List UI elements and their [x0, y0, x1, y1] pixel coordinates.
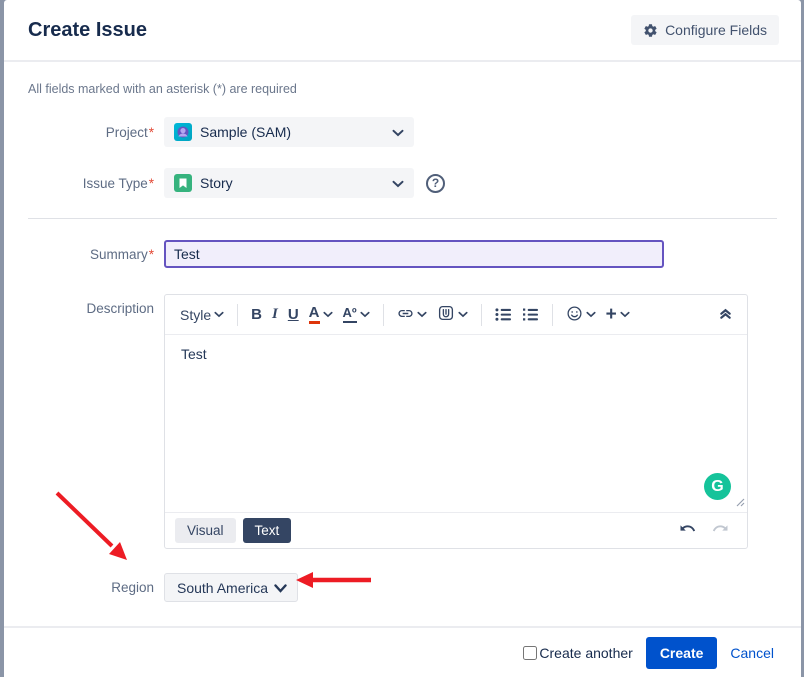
- configure-fields-button[interactable]: Configure Fields: [631, 15, 779, 45]
- bold-button[interactable]: B: [246, 302, 267, 327]
- create-another-checkbox[interactable]: [523, 645, 538, 660]
- required-asterisk: *: [148, 246, 154, 262]
- region-label: Region: [111, 580, 154, 595]
- editor-toolbar: Style B I U A Aº +: [165, 295, 747, 335]
- project-value: Sample (SAM): [200, 124, 292, 140]
- summary-label: Summary*: [89, 246, 154, 262]
- tab-visual[interactable]: Visual: [175, 518, 236, 543]
- style-dropdown[interactable]: Style: [175, 303, 229, 327]
- description-text: Test: [181, 346, 207, 362]
- gear-icon: [643, 23, 658, 38]
- description-editor: Style B I U A Aº + Test G Visual Text: [164, 294, 748, 549]
- toolbar-separator: [551, 303, 553, 326]
- chevron-down-icon: [392, 124, 404, 140]
- summary-row: Summary*: [28, 240, 777, 268]
- summary-input[interactable]: [164, 240, 664, 268]
- issue-type-dropdown[interactable]: Story: [164, 168, 414, 198]
- region-dropdown[interactable]: South America: [164, 573, 299, 602]
- redo-button[interactable]: [711, 522, 731, 539]
- chevron-down-icon: [392, 175, 404, 191]
- numbered-list-button[interactable]: [517, 303, 544, 326]
- more-formatting-button[interactable]: Aº: [338, 302, 375, 326]
- italic-button[interactable]: I: [267, 302, 283, 327]
- link-icon: [397, 305, 414, 325]
- attachment-button[interactable]: [432, 300, 473, 329]
- project-avatar-icon: [174, 123, 192, 141]
- region-row: Region South America: [28, 573, 777, 602]
- cancel-link[interactable]: Cancel: [730, 645, 774, 661]
- story-bookmark-icon: [174, 174, 192, 192]
- project-row: Project* Sample (SAM): [28, 117, 777, 147]
- issue-type-row: Issue Type* Story ?: [28, 168, 777, 198]
- toolbar-separator: [480, 303, 482, 326]
- resize-handle[interactable]: [736, 494, 745, 510]
- editor-modebar: Visual Text: [165, 512, 747, 548]
- section-divider: [28, 218, 777, 219]
- create-button[interactable]: Create: [645, 636, 718, 669]
- description-label: Description: [86, 301, 154, 316]
- required-asterisk: *: [148, 175, 154, 191]
- description-textarea[interactable]: Test G: [165, 335, 747, 512]
- chevron-down-icon: [274, 580, 287, 596]
- grammarly-icon[interactable]: G: [704, 473, 731, 500]
- tab-text[interactable]: Text: [242, 518, 292, 543]
- dialog-footer: Create another Create Cancel: [4, 626, 801, 677]
- project-dropdown[interactable]: Sample (SAM): [164, 117, 414, 147]
- text-color-button[interactable]: A: [304, 301, 338, 328]
- link-button[interactable]: [392, 301, 432, 329]
- page-title: Create Issue: [28, 18, 147, 41]
- required-asterisk: *: [148, 124, 154, 140]
- toolbar-separator: [382, 303, 384, 326]
- create-another-label: Create another: [539, 644, 633, 661]
- undo-button[interactable]: [679, 522, 699, 539]
- toolbar-separator: [237, 303, 239, 326]
- emoji-button[interactable]: [561, 301, 601, 329]
- collapse-chevrons-icon: [719, 307, 732, 323]
- underline-button[interactable]: U: [283, 302, 304, 327]
- insert-more-button[interactable]: +: [601, 302, 635, 327]
- collapse-toolbar-button[interactable]: [714, 303, 737, 327]
- configure-fields-label: Configure Fields: [665, 22, 767, 38]
- create-issue-dialog: Create Issue Configure Fields All fields…: [4, 0, 801, 677]
- attachment-icon: [437, 304, 455, 325]
- create-another-option[interactable]: Create another: [523, 644, 633, 661]
- dialog-header: Create Issue Configure Fields: [4, 0, 801, 62]
- emoji-icon: [566, 305, 583, 325]
- description-row: Description Style B I U A Aº + Test G Vi…: [28, 294, 777, 549]
- required-fields-note: All fields marked with an asterisk (*) a…: [28, 82, 297, 96]
- help-icon[interactable]: ?: [426, 173, 445, 193]
- issue-type-value: Story: [200, 175, 233, 191]
- project-label: Project*: [105, 124, 154, 140]
- bullet-list-button[interactable]: [490, 303, 517, 326]
- region-value: South America: [177, 579, 269, 596]
- issue-type-label: Issue Type*: [82, 175, 154, 191]
